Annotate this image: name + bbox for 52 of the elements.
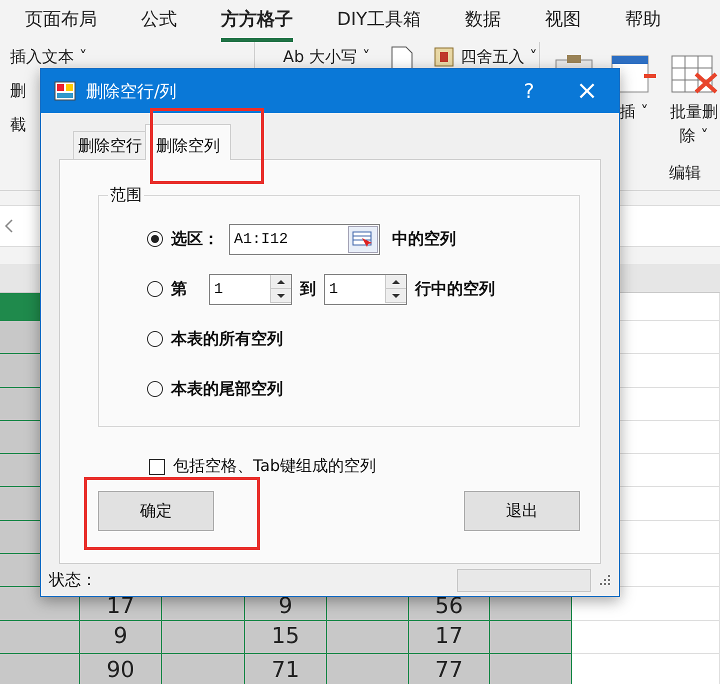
resize-grip-icon[interactable] [599,574,611,586]
ribbon-command[interactable]: 删 [10,80,26,102]
spin-up-icon[interactable] [276,278,286,284]
ribbon-tab[interactable]: 数据 [465,0,502,42]
checkbox[interactable] [149,458,165,474]
window-title: 删除空行/列 [86,80,178,102]
radio-button[interactable] [147,231,163,247]
range-select-icon [352,231,374,247]
radio-button[interactable] [147,381,163,397]
close-button[interactable]: × [563,76,611,106]
option-label: 到 [300,278,316,300]
range-field[interactable]: A1:I12 [229,224,380,254]
spin-up-icon[interactable] [391,278,401,284]
dialog-button[interactable]: 退出 [464,491,580,531]
collapse-icon[interactable] [4,218,14,234]
round-number-icon[interactable] [434,47,454,67]
ribbon-button-label[interactable]: 批量删除 ˅ [668,100,720,148]
ribbon-tab[interactable]: 帮助 [625,0,662,42]
ribbon-command[interactable]: 截 [10,114,26,136]
number-field[interactable]: 1 [324,274,407,304]
ribbon-tab[interactable]: 页面布局 [25,0,97,42]
table-cell: 77 [409,654,490,684]
ribbon-tab[interactable]: DIY工具箱 [337,0,422,42]
table-cell: 90 [80,654,162,684]
ribbon-tab[interactable]: 公式 [141,0,177,42]
dialog-button[interactable]: 确定 [98,491,214,531]
option-label: 选区： [171,228,219,250]
checkbox-label: 包括空格、Tab键组成的空列 [173,456,376,477]
dialog-tab[interactable]: 删除空行 [73,131,147,159]
radio-button[interactable] [147,331,163,347]
range-picker-button[interactable] [348,226,378,252]
table-cell: 17 [409,620,490,654]
app-icon [54,81,76,101]
ribbon-command[interactable]: Ab 大小写 ˅ [283,46,370,68]
ribbon-tab[interactable]: 视图 [545,0,582,42]
dialog-tab[interactable]: 删除空列 [145,124,231,160]
option-label: 本表的所有空列 [171,328,283,350]
radio-button[interactable] [147,281,163,297]
number-field[interactable]: 1 [209,274,292,304]
table-cell: 71 [245,654,327,684]
table-cell: 9 [80,620,162,654]
option-label: 行中的空列 [415,278,495,300]
option-label: 第 [171,278,187,300]
ribbon-command[interactable]: 四舍五入 ˅ [460,46,538,68]
ribbon-button-label[interactable]: 插 ˅ [617,100,651,124]
option-label: 中的空列 [392,228,456,250]
ribbon-command[interactable]: 插入文本 ˅ [10,46,88,68]
group-label: 编辑 [668,163,701,184]
table-cell: 15 [245,620,327,654]
ribbon-tab[interactable]: 方方格子 [221,0,293,42]
option-label: 本表的尾部空列 [171,378,283,400]
help-button[interactable]: ? [505,79,553,103]
